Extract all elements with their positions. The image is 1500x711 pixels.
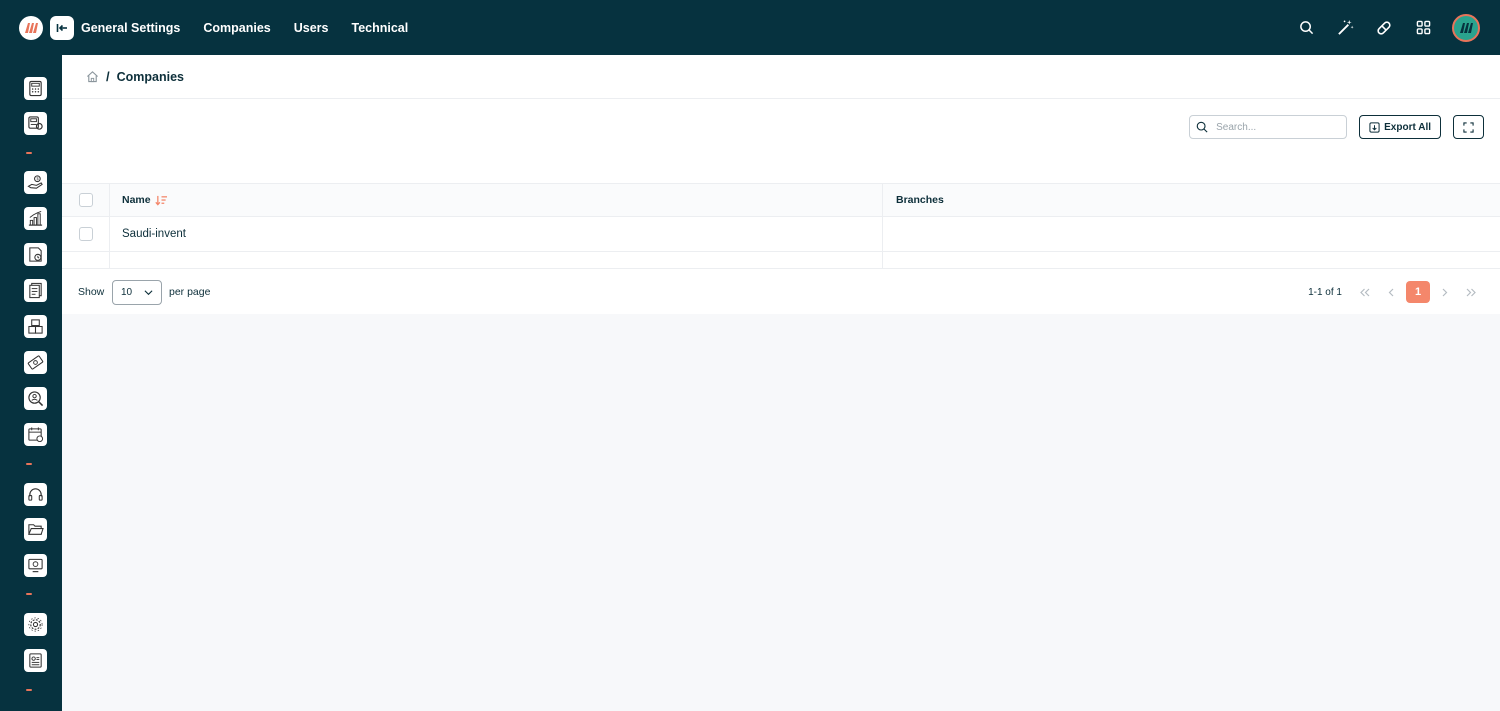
breadcrumb-current: Companies [116, 69, 185, 84]
export-all-label: Export All [1384, 121, 1431, 133]
last-page-icon[interactable] [1458, 281, 1484, 303]
clock-doc-icon [29, 247, 42, 262]
id-badge-icon [29, 653, 42, 668]
folder-open-icon [28, 524, 44, 535]
row-checkbox[interactable] [78, 227, 93, 241]
column-branches-label: Branches [896, 194, 944, 206]
sidebar-item-pos[interactable] [24, 112, 47, 135]
svg-text:$: $ [36, 176, 39, 182]
breadcrumb-separator: / [106, 69, 110, 84]
gear-cog-icon [28, 617, 43, 632]
collapse-sidebar-button[interactable] [50, 16, 74, 40]
spacer-branch-cell [883, 252, 1500, 268]
per-page-value: 10 [121, 287, 133, 298]
sidebar-item-recruitment[interactable] [24, 387, 47, 410]
search-icon [1196, 121, 1208, 133]
sidebar-item-helpdesk[interactable] [24, 483, 47, 506]
page-controls: 1 [1352, 281, 1484, 303]
apps-grid-icon[interactable] [1413, 18, 1433, 38]
column-branches-header[interactable]: Branches [883, 184, 1500, 216]
sidebar-item-payments[interactable]: $ [24, 171, 47, 194]
fullscreen-icon [1463, 121, 1474, 133]
per-page-select[interactable]: 10 [112, 280, 162, 305]
pill-icon[interactable] [1374, 18, 1394, 38]
calculator-doc-icon [29, 80, 42, 97]
table-header: Name Branches [62, 183, 1500, 217]
pagination-bar: Show 10 per page 1-1 of 1 1 [62, 270, 1500, 314]
sidebar-item-settings[interactable] [24, 613, 47, 636]
sidebar: $ [0, 55, 62, 711]
topnav-technical[interactable]: Technical [351, 21, 408, 35]
topnav-users[interactable]: Users [294, 21, 329, 35]
show-label: Show [78, 286, 105, 298]
monitor-icon [28, 558, 43, 573]
top-bar: General Settings Companies Users Technic… [0, 0, 1500, 55]
breadcrumb: / Companies [62, 55, 1500, 99]
next-page-icon[interactable] [1432, 281, 1458, 303]
company-name: Saudi-invent [122, 228, 186, 240]
top-actions [1296, 0, 1480, 55]
previous-page-icon[interactable] [1378, 281, 1404, 303]
page-button-current[interactable]: 1 [1406, 281, 1430, 303]
table-row-spacer [62, 252, 1500, 269]
column-name-header[interactable]: Name [110, 184, 883, 216]
spacer-name-cell [110, 252, 883, 268]
sidebar-item-accounting[interactable] [24, 77, 47, 100]
per-page-label: per page [169, 286, 211, 298]
top-navigation: General Settings Companies Users Technic… [81, 0, 408, 55]
pagination-range: 1-1 of 1 [1308, 286, 1342, 298]
brand-logo-icon[interactable] [19, 16, 43, 40]
export-file-icon [1369, 121, 1380, 133]
sidebar-item-inventory[interactable] [24, 315, 47, 338]
hand-money-icon: $ [27, 175, 43, 189]
sidebar-separator [26, 593, 32, 595]
sidebar-item-assets[interactable] [24, 554, 47, 577]
sidebar-item-reports[interactable] [24, 207, 47, 230]
spacer-check-cell [62, 252, 110, 268]
export-all-button[interactable]: Export All [1359, 115, 1441, 139]
sidebar-item-invoices[interactable] [24, 279, 47, 302]
companies-table: Name Branches Saudi-invent [62, 183, 1500, 269]
collapse-sidebar-icon [56, 24, 67, 32]
sidebar-item-expenses[interactable] [24, 351, 47, 374]
bar-chart-icon [28, 210, 43, 226]
boxes-icon [28, 319, 43, 334]
sidebar-separator [26, 152, 32, 154]
row-name-cell[interactable]: Saudi-invent [110, 217, 883, 251]
sidebar-item-attendance[interactable] [24, 423, 47, 446]
sort-desc-icon[interactable] [154, 195, 168, 206]
search-input[interactable] [1216, 121, 1337, 133]
headset-icon [28, 488, 43, 501]
sidebar-item-employees[interactable] [24, 649, 47, 672]
table-row[interactable]: Saudi-invent [62, 217, 1500, 252]
main-content: / Companies Export All Name [62, 55, 1500, 711]
row-branches-cell [883, 217, 1500, 251]
row-check-cell [62, 217, 110, 251]
home-icon[interactable] [86, 70, 99, 83]
user-avatar[interactable] [1452, 13, 1480, 42]
header-check-cell [62, 184, 110, 216]
search-person-icon [28, 391, 44, 407]
table-toolbar: Export All [1189, 115, 1484, 139]
search-box [1189, 115, 1348, 139]
sidebar-item-timesheets[interactable] [24, 243, 47, 266]
magic-wand-icon[interactable] [1335, 18, 1355, 38]
sidebar-item-documents[interactable] [24, 518, 47, 541]
chevron-down-icon [144, 290, 153, 296]
sidebar-separator [26, 689, 32, 691]
banknote-icon [27, 355, 44, 370]
calendar-clock-icon [28, 427, 44, 443]
first-page-icon[interactable] [1352, 281, 1378, 303]
search-icon[interactable] [1296, 18, 1316, 38]
topnav-companies[interactable]: Companies [203, 21, 270, 35]
fullscreen-button[interactable] [1453, 115, 1484, 139]
select-all-checkbox[interactable] [78, 193, 93, 207]
column-name-label: Name [122, 194, 151, 206]
pos-terminal-icon [28, 116, 43, 130]
receipt-doc-icon [29, 282, 42, 299]
sidebar-separator [26, 463, 32, 465]
topnav-general-settings[interactable]: General Settings [81, 21, 180, 35]
